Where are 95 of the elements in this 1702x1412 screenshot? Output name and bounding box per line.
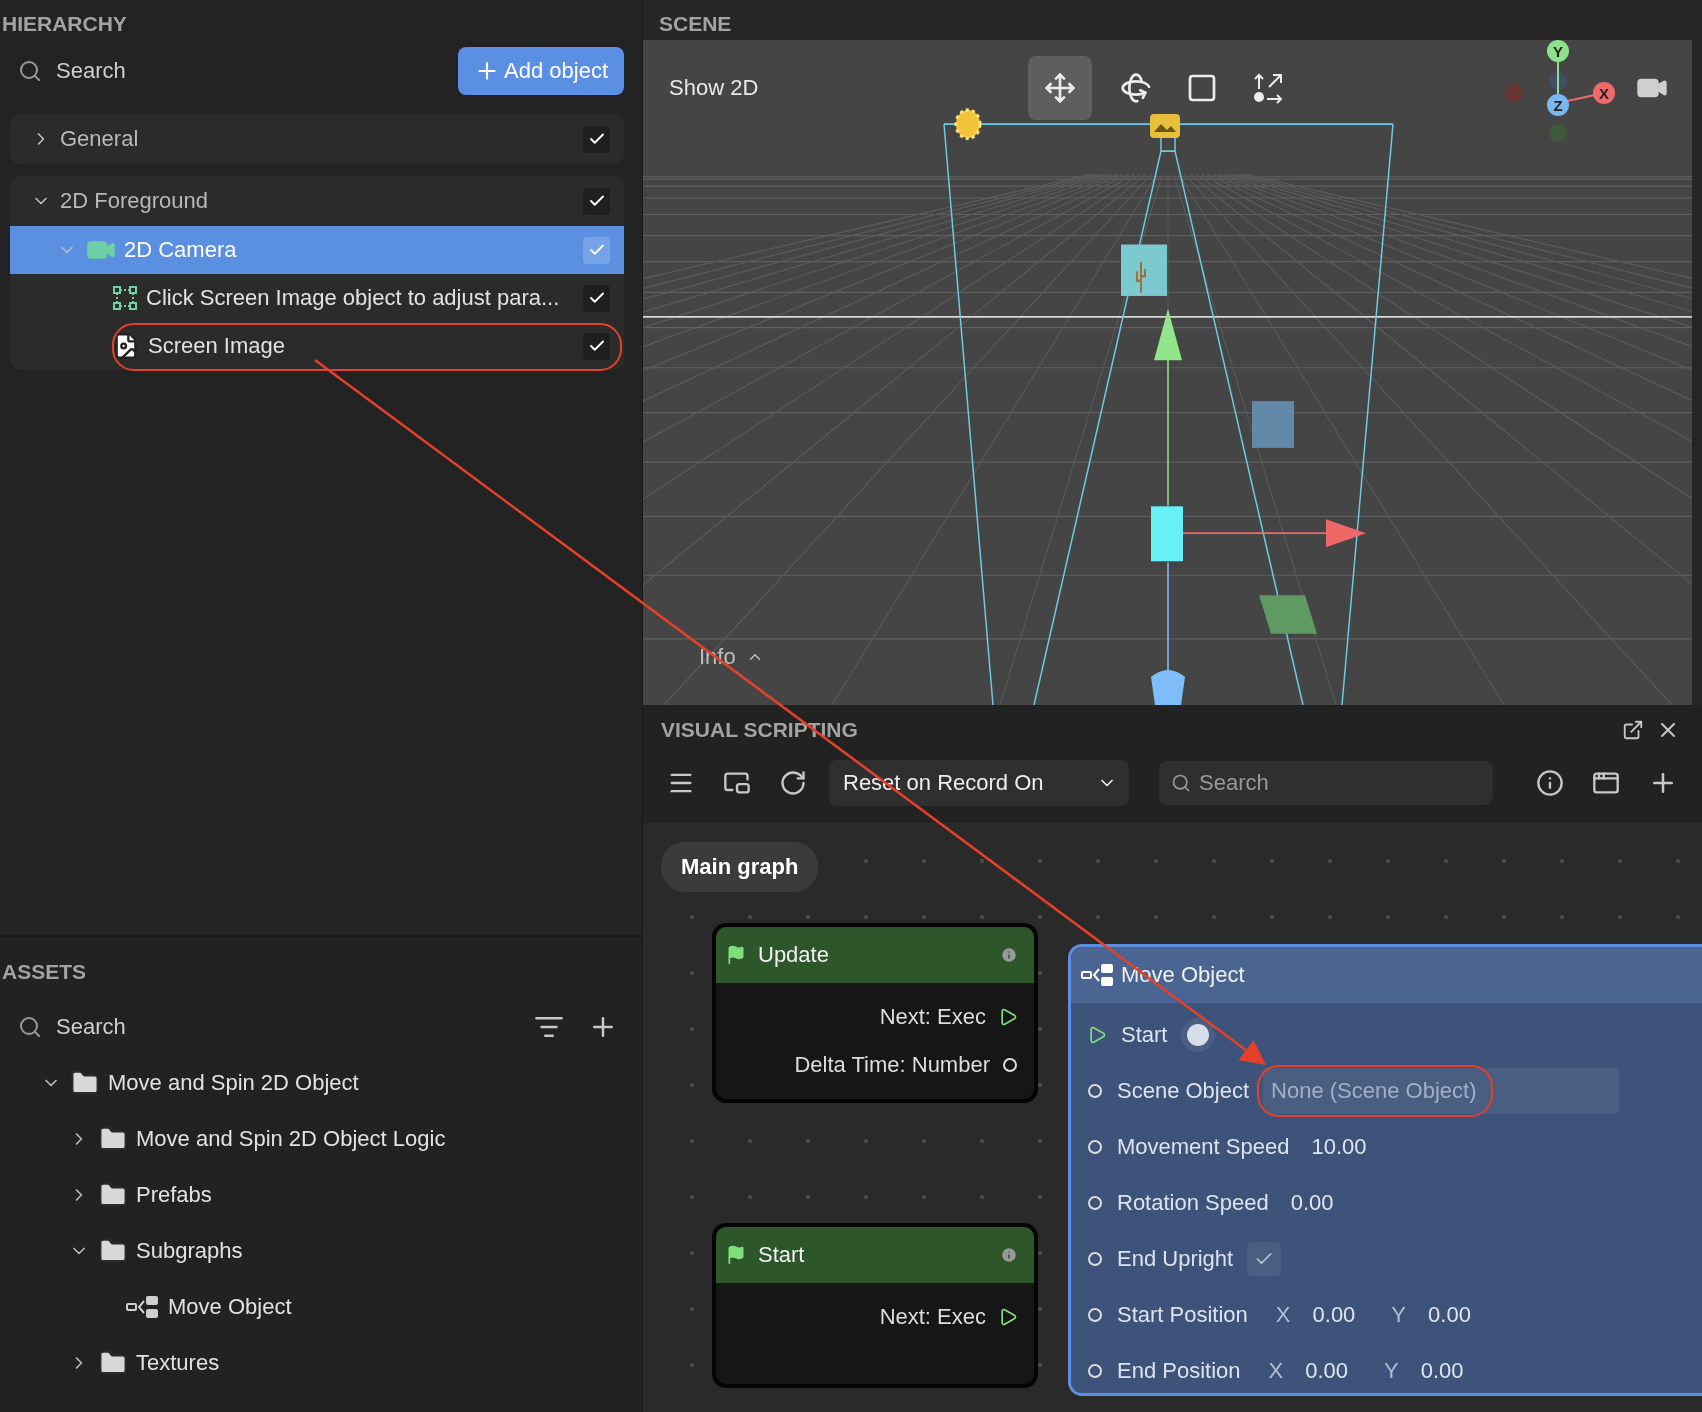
asset-row[interactable]: Move and Spin 2D Object	[10, 1055, 624, 1111]
node-graph-icon	[126, 1295, 160, 1319]
asset-label: Prefabs	[136, 1182, 213, 1208]
input-label: End Position	[1117, 1358, 1241, 1384]
value-pin-icon[interactable]	[1087, 1251, 1103, 1267]
number-value[interactable]: 0.00	[1312, 1302, 1356, 1328]
asset-row[interactable]: Move Object	[10, 1279, 624, 1335]
output-label: Delta Time: Number	[794, 1052, 990, 1078]
item-label: 2D Foreground	[60, 188, 209, 214]
asset-row[interactable]: Move and Spin 2D Object Logic	[10, 1111, 624, 1167]
flag-icon	[726, 945, 746, 965]
output-label: Next: Exec	[879, 1004, 986, 1030]
input-label: Start	[1121, 1022, 1168, 1048]
y-axis-arrow[interactable]	[1154, 308, 1182, 506]
asset-label: Move and Spin 2D Object	[108, 1070, 360, 1096]
panel-title: HIERARCHY	[2, 11, 128, 37]
hierarchy-row[interactable]: General	[10, 114, 624, 164]
exec-pin-icon[interactable]	[998, 1307, 1018, 1327]
input-label: Start Position	[1117, 1302, 1248, 1328]
input-label: End Upright	[1117, 1246, 1234, 1272]
value-pin-icon[interactable]	[1087, 1139, 1103, 1155]
item-label: 2D Camera	[124, 237, 238, 263]
value-pin-icon[interactable]	[1002, 1057, 1018, 1073]
panel-title: SCENE	[658, 11, 733, 37]
node-title: Start	[758, 1242, 806, 1268]
visibility-checkbox[interactable]	[583, 284, 610, 312]
plane-sprite	[1259, 595, 1317, 634]
x-axis-arrow[interactable]	[1182, 519, 1366, 548]
value-pin-icon[interactable]	[1087, 1307, 1103, 1323]
search-icon	[18, 1015, 42, 1039]
asset-label: Subgraphs	[136, 1238, 244, 1264]
axis-label: X	[1275, 1302, 1291, 1328]
input-label: Rotation Speed	[1117, 1190, 1269, 1216]
move-icon	[1044, 72, 1076, 104]
panel-title: ASSETS	[2, 959, 88, 985]
square-sprite	[1252, 401, 1294, 448]
item-label: Click Screen Image object to adjust para...	[146, 285, 561, 311]
item-label: Screen Image	[148, 333, 286, 359]
number-value[interactable]: 10.00	[1311, 1134, 1367, 1160]
asset-label: Textures	[136, 1350, 221, 1376]
field-placeholder: None (Scene Object)	[1271, 1078, 1477, 1104]
input-label: Scene Object	[1117, 1078, 1250, 1104]
show-2d-toggle[interactable]: Show 2D	[669, 75, 1028, 101]
hierarchy-row[interactable]: 2D Foreground	[10, 176, 624, 226]
asset-row[interactable]: Textures	[10, 1335, 624, 1391]
transform-icon	[1251, 71, 1285, 105]
search-field[interactable]: Search	[54, 1013, 516, 1041]
output-label: Next: Exec	[879, 1304, 986, 1330]
value-pin-icon[interactable]	[1087, 1083, 1103, 1099]
hierarchy-row[interactable]: Click Screen Image object to adjust para...	[10, 274, 624, 322]
z-axis-handle[interactable]	[1151, 669, 1185, 705]
rotate-icon	[1120, 72, 1152, 104]
asset-row[interactable]: Subgraphs	[10, 1223, 624, 1279]
image-badge-icon	[1150, 114, 1180, 138]
number-value[interactable]: 0.00	[1420, 1358, 1464, 1384]
tool-button[interactable]	[1028, 56, 1092, 120]
asset-label: Move and Spin 2D Object Logic	[136, 1126, 447, 1152]
asset-label: Move Object	[168, 1294, 293, 1320]
axis-label: Y	[1391, 1302, 1407, 1328]
scale-icon	[1186, 72, 1218, 104]
input-label: Movement Speed	[1117, 1134, 1290, 1160]
asset-row[interactable]: Prefabs	[10, 1167, 624, 1223]
number-value[interactable]: 0.00	[1290, 1190, 1334, 1216]
exec-pin-icon[interactable]	[1087, 1025, 1107, 1045]
node-title: Update	[758, 942, 830, 968]
hierarchy-row[interactable]: Screen Image	[10, 322, 624, 370]
search-field[interactable]: Search	[1159, 761, 1493, 805]
node-graph-icon	[1081, 963, 1115, 987]
visibility-checkbox[interactable]	[583, 187, 610, 215]
value-pin-icon[interactable]	[1087, 1195, 1103, 1211]
axis-label: Z	[1553, 97, 1563, 114]
axis-label: Y	[1384, 1358, 1399, 1384]
breadcrumb-tab[interactable]: Main graph	[661, 842, 819, 892]
search-field[interactable]: Search	[54, 57, 447, 85]
number-value[interactable]: 0.00	[1305, 1358, 1349, 1384]
sun-icon	[954, 108, 982, 140]
checkbox[interactable]	[1247, 1242, 1282, 1276]
search-icon	[18, 59, 42, 83]
axis-label: X	[1599, 85, 1609, 102]
axis-label: Y	[1553, 43, 1563, 60]
event-node[interactable]: Start Next: Exec	[712, 1223, 1038, 1388]
image-sprite	[1121, 244, 1167, 296]
region-icon	[112, 285, 138, 311]
item-label: General	[60, 126, 140, 152]
visibility-checkbox[interactable]	[583, 332, 610, 360]
flag-icon	[726, 1245, 746, 1265]
value-pin-icon[interactable]	[1087, 1363, 1103, 1379]
number-value[interactable]: 0.00	[1428, 1302, 1471, 1328]
search-icon	[1171, 773, 1191, 793]
object-handle[interactable]	[1151, 506, 1183, 562]
visibility-checkbox[interactable]	[583, 236, 610, 264]
event-node[interactable]: Update Next: Exec Delta Time: Number	[712, 923, 1038, 1103]
axis-label: X	[1268, 1358, 1284, 1384]
exec-pin-icon[interactable]	[998, 1007, 1018, 1027]
visibility-checkbox[interactable]	[583, 125, 610, 153]
